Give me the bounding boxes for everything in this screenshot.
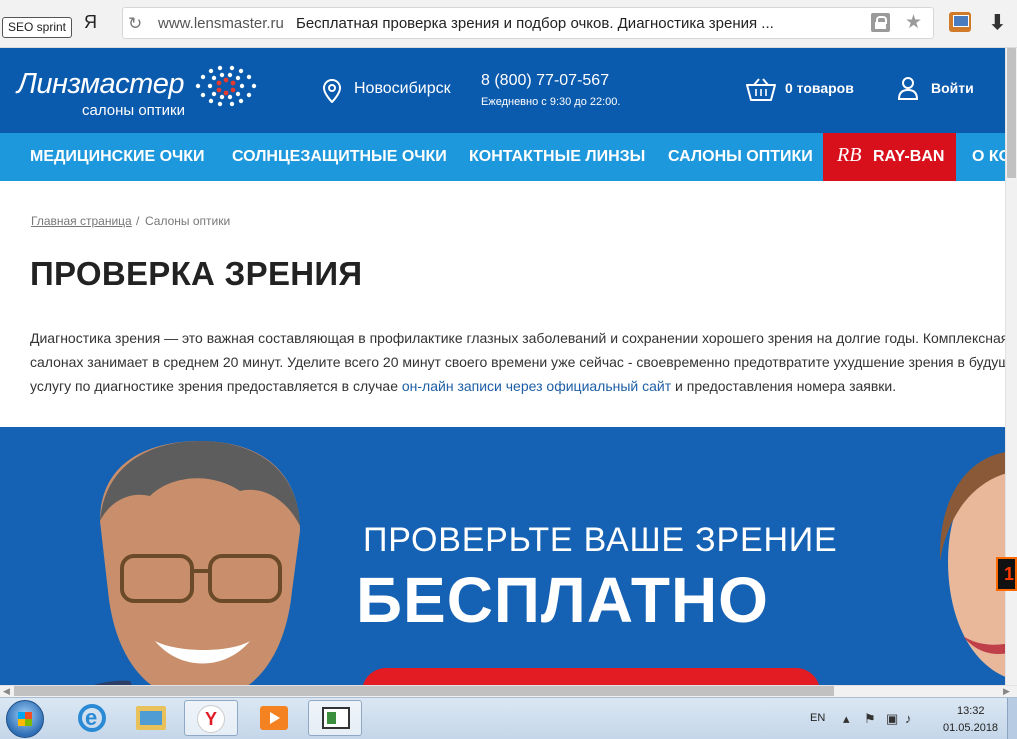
keyboard-language[interactable]: EN (810, 712, 825, 724)
show-desktop-button[interactable] (1007, 698, 1017, 739)
login-link[interactable]: Войти (931, 80, 974, 96)
bookmark-star-icon[interactable]: ★ (905, 11, 922, 34)
floating-counter-widget[interactable]: 1 (996, 557, 1017, 591)
location-pin-icon[interactable] (322, 79, 342, 103)
address-page-title[interactable]: Бесплатная проверка зрения и подбор очко… (296, 15, 774, 32)
extension-icon[interactable] (949, 12, 971, 32)
vertical-scrollbar-thumb[interactable] (1007, 48, 1016, 178)
clock-date[interactable]: 01.05.2018 (943, 722, 998, 734)
working-hours: Ежедневно с 9:30 до 22:00. (481, 96, 621, 108)
address-domain[interactable]: www.lensmaster.ru (158, 15, 284, 32)
seo-sprint-extension-button[interactable]: SEO sprint (2, 17, 73, 38)
clock-time[interactable]: 13:32 (957, 705, 985, 717)
nav-optics-salons[interactable]: САЛОНЫ ОПТИКИ (668, 133, 813, 181)
page-title: ПРОВЕРКА ЗРЕНИЯ (30, 255, 363, 292)
logo-subtitle: салоны оптики (82, 102, 185, 119)
paragraph-text: услугу по диагностике зрения предоставля… (30, 378, 402, 394)
tray-expand-icon[interactable]: ▴ (843, 711, 850, 727)
paragraph-text: и предоставления номера заявки. (671, 378, 897, 394)
rayban-label: RAY-BAN (873, 148, 945, 165)
nav-sunglasses[interactable]: СОЛНЦЕЗАЩИТНЫЕ ОЧКИ (232, 133, 447, 181)
online-booking-link[interactable]: он-лайн записи через официальный сайт (402, 378, 671, 394)
banner-free-label: БЕСПЛАТНО (356, 564, 769, 636)
nav-about[interactable]: О КО (972, 133, 1005, 181)
rayban-logo-mark: RB (837, 144, 862, 166)
download-icon[interactable]: ⬇ (989, 10, 1006, 35)
banner-headline: ПРОВЕРЬТЕ ВАШЕ ЗРЕНИЕ (363, 521, 838, 559)
banner-man-photo (93, 441, 300, 685)
banner-signup-button[interactable] (362, 668, 820, 685)
yandex-home-button[interactable]: Я (84, 12, 97, 33)
nav-medical-glasses[interactable]: МЕДИЦИНСКИЕ ОЧКИ (30, 133, 205, 181)
reload-icon[interactable]: ↻ (128, 14, 142, 34)
main-navigation: МЕДИЦИНСКИЕ ОЧКИ СОЛНЦЕЗАЩИТНЫЕ ОЧКИ КОН… (0, 133, 1005, 181)
intro-paragraph-line: Диагностика зрения — это важная составля… (30, 330, 1009, 346)
folder-icon (136, 706, 166, 730)
yandex-browser-icon: Y (197, 705, 225, 733)
nav-contact-lenses[interactable]: КОНТАКТНЫЕ ЛИНЗЫ (469, 133, 645, 181)
logo-wordmark[interactable]: Линзмастер (17, 68, 185, 101)
media-player-icon (260, 706, 288, 730)
windows-start-button[interactable] (6, 700, 44, 738)
breadcrumb-current: Салоны оптики (145, 214, 231, 228)
cart-link[interactable]: 0 товаров (785, 80, 854, 96)
phone-number[interactable]: 8 (800) 77-07-567 (481, 72, 609, 90)
volume-icon[interactable]: ♪ (905, 711, 912, 726)
basket-icon[interactable] (746, 78, 776, 102)
site-header: Линзмастер салоны оптики (0, 48, 1005, 133)
intro-paragraph-line: салонах занимает в среднем 20 минут. Уде… (30, 354, 1010, 370)
banner-woman-photo (939, 452, 1005, 677)
horizontal-scrollbar-thumb[interactable] (14, 686, 834, 696)
action-center-flag-icon[interactable]: ⚑ (864, 711, 876, 727)
logo-eye-icon (195, 65, 257, 107)
app-window-icon (322, 707, 350, 729)
lock-icon[interactable] (871, 13, 890, 32)
network-icon[interactable]: ▣ (886, 711, 898, 727)
user-icon[interactable] (897, 76, 919, 100)
nav-rayban[interactable]: RB RAY-BAN (823, 133, 956, 181)
breadcrumb-separator: / (136, 214, 140, 228)
scroll-right-arrow-icon[interactable]: ▶ (1003, 686, 1010, 697)
breadcrumb-home-link[interactable]: Главная страница (31, 214, 132, 228)
scroll-left-arrow-icon[interactable]: ◀ (3, 686, 10, 697)
internet-explorer-icon (78, 704, 106, 732)
intro-paragraph-line: услугу по диагностике зрения предоставля… (30, 378, 896, 394)
promo-banner[interactable]: ПРОВЕРЬТЕ ВАШЕ ЗРЕНИЕ БЕСПЛАТНО (0, 427, 1005, 685)
city-selector[interactable]: Новосибирск (354, 80, 451, 98)
